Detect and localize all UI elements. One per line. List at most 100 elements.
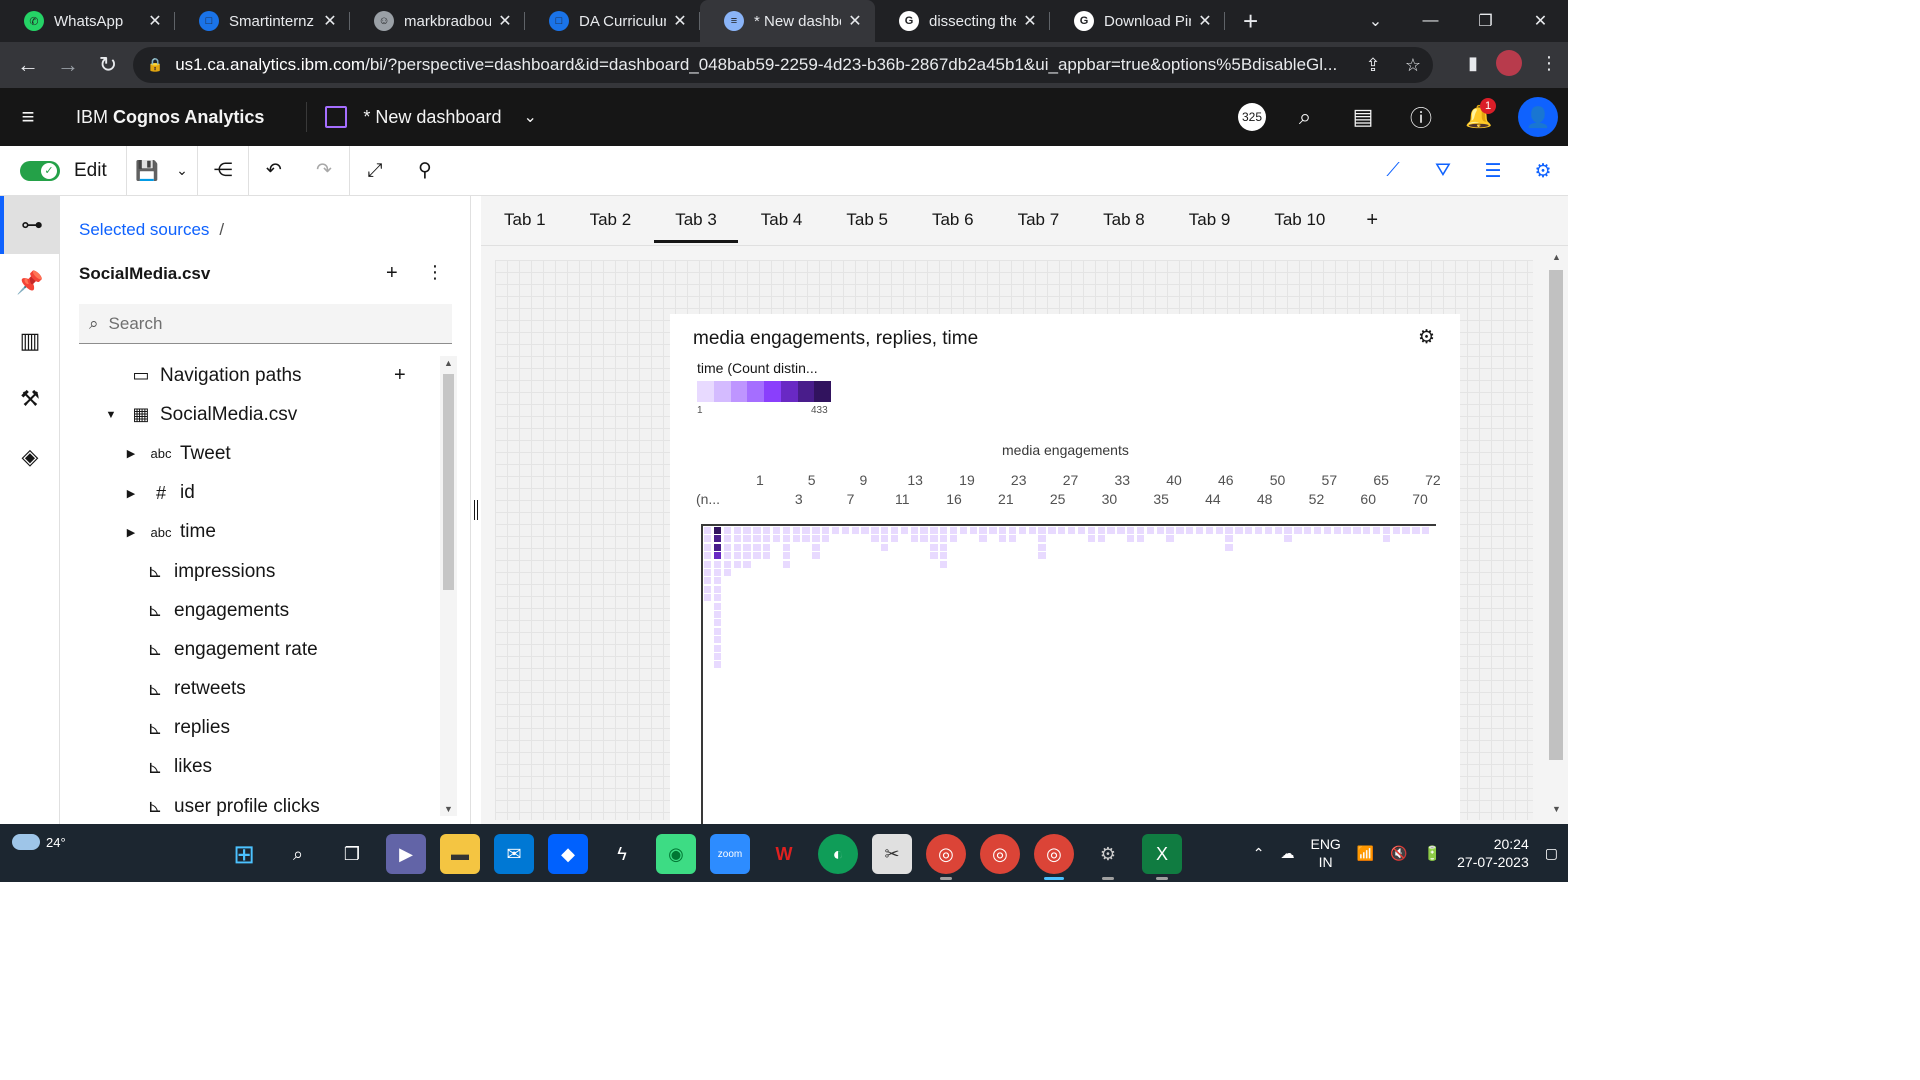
reload-button[interactable]: ↻ [88,52,128,78]
browser-tab[interactable]: ≡ * New dashboard ✕ [700,0,875,42]
heatmap-cell[interactable] [1136,527,1145,534]
heatmap-cell[interactable] [753,527,761,534]
heatmap-cell[interactable] [733,560,741,568]
heatmap-cell[interactable] [1333,527,1341,534]
filter-icon[interactable]: ⛛ [1418,160,1468,182]
heatmap-cell[interactable] [704,527,712,534]
start-icon[interactable]: ⊞ [224,834,264,874]
tree-item[interactable]: ⊾ likes [60,748,440,787]
chrome-icon[interactable]: ◎ [980,834,1020,874]
heatmap-cell[interactable] [704,585,712,593]
wifi-icon[interactable]: 📶 [1357,845,1374,862]
heatmap-cell[interactable] [1156,527,1164,534]
edge-icon[interactable]: ◐ [818,834,858,874]
search-input[interactable] [108,313,409,334]
heatmap-cell[interactable] [723,527,731,534]
heatmap-cell[interactable] [1077,527,1086,534]
heatmap-cell[interactable] [802,527,810,534]
minimize-button[interactable]: — [1403,12,1458,30]
heatmap-cell[interactable] [881,535,889,543]
dashboard-tab[interactable]: Tab 5 [825,195,909,245]
heatmap-cell[interactable] [713,594,722,602]
heatmap-cell[interactable] [713,636,722,644]
close-tab-icon[interactable]: ✕ [847,11,863,31]
heatmap-cell[interactable] [1323,527,1332,534]
heatmap-cell[interactable] [772,535,781,543]
tree-item[interactable]: ⊾ impressions [60,552,440,591]
visualizations-icon[interactable]: ▥ [0,312,60,370]
dashboard-tab[interactable]: Tab 1 [483,195,567,245]
dashboard-tab[interactable]: Tab 4 [740,195,824,245]
heatmap-cell[interactable] [1008,535,1017,543]
heatmap-cell[interactable] [949,527,958,534]
save-icon[interactable]: 💾 [127,159,167,183]
heatmap-cell[interactable] [743,560,751,568]
teams-icon[interactable]: ▶ [386,834,426,874]
heatmap-cell[interactable] [989,527,997,534]
heatmap-cell[interactable] [743,543,751,551]
scroll-down-arrow[interactable]: ▼ [1545,804,1568,814]
slack-icon[interactable]: ϟ [602,834,642,874]
dashboard-tab[interactable]: Tab 3 [654,195,738,245]
dashboard-tab[interactable]: Tab 7 [997,195,1081,245]
browser-tab[interactable]: G Download Pint ✕ [1050,0,1225,42]
dashboard-tab[interactable]: Tab 8 [1082,195,1166,245]
close-window-button[interactable]: ✕ [1513,11,1568,31]
scroll-down-arrow[interactable]: ▼ [440,804,457,814]
excel-icon[interactable]: X [1142,834,1182,880]
count-badge[interactable]: 325 [1238,103,1266,131]
heatmap-cell[interactable] [1195,527,1204,534]
drill-through-icon[interactable]: ⚲ [400,159,450,182]
heatmap-cell[interactable] [1274,527,1282,534]
heatmap-cell[interactable] [822,527,830,534]
heatmap-cell[interactable] [713,577,722,585]
heatmap-cell[interactable] [763,527,771,534]
expand-caret-icon[interactable]: ▶ [124,526,138,539]
heatmap-cell[interactable] [1313,527,1322,534]
back-button[interactable]: ← [8,52,48,78]
tree-item[interactable]: ⊾ retweets [60,670,440,709]
heatmap-cell[interactable] [713,535,722,543]
input-language[interactable]: ENG IN [1310,835,1340,871]
browser-tab[interactable]: □ DA Curriculum ✕ [525,0,700,42]
heatmap-cell[interactable] [940,535,948,543]
heatmap-cell[interactable] [1048,527,1056,534]
chrome-active-icon[interactable]: ◎ [1034,834,1074,880]
heatmap-cell[interactable] [782,552,791,560]
heatmap-cell[interactable] [890,527,899,534]
heatmap-cell[interactable] [763,543,771,551]
heatmap-cell[interactable] [1087,527,1095,534]
heatmap-cell[interactable] [733,543,741,551]
heatmap-cell[interactable] [704,560,712,568]
heatmap-cell[interactable] [1038,543,1046,551]
task-view-icon[interactable]: ❐ [332,834,372,874]
notification-center-icon[interactable]: ▢ [1545,845,1558,862]
heatmap-cell[interactable] [1343,527,1351,534]
heatmap-cell[interactable] [723,535,731,543]
tree-item[interactable]: ⊾ engagements [60,591,440,630]
heatmap-cell[interactable] [753,535,761,543]
heatmap-cell[interactable] [900,527,909,534]
heatmap-cell[interactable] [920,527,928,534]
scroll-up-arrow[interactable]: ▲ [1545,252,1568,262]
assistant-chat-icon[interactable]: ▤ [1344,104,1382,130]
dropbox-icon[interactable]: ◆ [548,834,588,874]
heatmap-cell[interactable] [890,535,899,543]
chevron-down-icon[interactable]: ⌄ [523,107,536,127]
hamburger-menu-icon[interactable]: ≡ [0,104,56,130]
undo-icon[interactable]: ↶ [249,159,299,182]
heatmap-cell[interactable] [713,585,722,593]
heatmap-cell[interactable] [999,527,1007,534]
heatmap-cell[interactable] [763,552,771,560]
browser-tab[interactable]: Gdissecting the ✕ [875,0,1050,42]
url-field[interactable]: 🔒 us1.ca.analytics.ibm.com/bi/?perspecti… [133,47,1433,83]
expand-caret-icon[interactable]: ▶ [124,447,138,460]
panel-scrollbar[interactable]: ▲ ▼ [440,356,457,816]
heatmap-cell[interactable] [1215,527,1223,534]
heatmap-cell[interactable] [704,543,712,551]
heatmap-cell[interactable] [959,527,968,534]
dashboard-tab[interactable]: Tab 10 [1253,195,1346,245]
heatmap-cell[interactable] [792,527,800,534]
heatmap-cell[interactable] [930,552,938,560]
zoom-icon[interactable]: zoom [710,834,750,874]
